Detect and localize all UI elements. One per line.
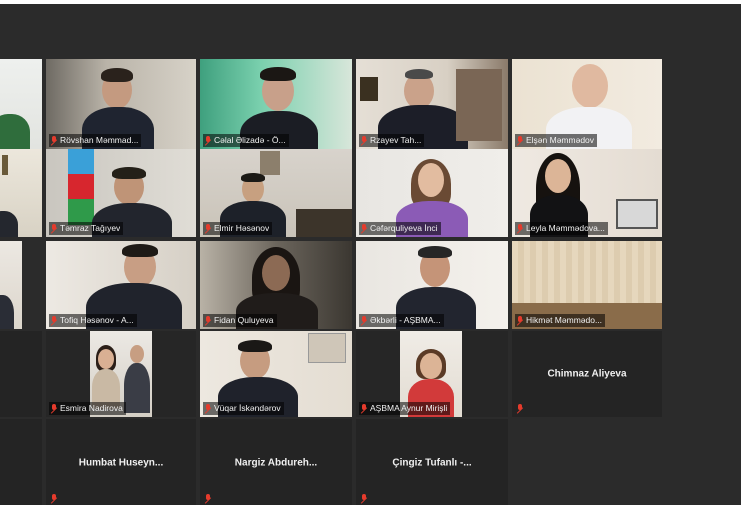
muted-mic-icon — [361, 404, 367, 413]
muted-mic-icon — [205, 494, 211, 503]
participant-name-label: Leyla Məmmədova... — [515, 222, 608, 235]
participant-name-label: Tofiq Həsənov - A... — [49, 314, 137, 327]
muted-mic-icon — [517, 224, 523, 233]
name-only-tile[interactable]: Çingiz Tufanlı -... — [356, 419, 508, 505]
participant-name-label: Hikmət Məmmədo... — [515, 314, 606, 327]
video-tile[interactable]: Cəlal Əlizadə - Ö... — [200, 59, 352, 149]
video-tile[interactable]: Rövshan Məmmad... — [46, 59, 196, 149]
video-tile[interactable]: Əkbərli - AŞBMA... — [356, 241, 508, 329]
video-tile[interactable]: Təmraz Tağıyev — [46, 149, 196, 237]
participant-name-label: Vüqar İskəndərov — [203, 402, 284, 415]
video-tile[interactable] — [0, 331, 42, 417]
muted-mic-icon — [51, 136, 57, 145]
muted-mic-icon — [51, 224, 57, 233]
muted-mic-icon — [205, 136, 211, 145]
video-tile[interactable] — [0, 419, 42, 505]
participant-name: Chimnaz Aliyeva — [547, 368, 627, 380]
participant-name-label: Elmir Həsənov — [203, 222, 273, 235]
participant-name-label: Əkbərli - AŞBMA... — [359, 314, 444, 327]
muted-mic-icon — [361, 316, 367, 325]
video-gallery: Rövshan Məmmad... Cəlal Əlizadə - Ö... R… — [0, 4, 741, 505]
video-tile[interactable] — [0, 59, 42, 149]
video-tile[interactable]: AŞBMA Aynur Mirişli — [356, 331, 508, 417]
participant-name-label: Təmraz Tağıyev — [49, 222, 124, 235]
video-tile[interactable]: Esmira Nadirova — [46, 331, 196, 417]
participant-name-label: Esmira Nadirova — [49, 402, 126, 415]
muted-mic-icon — [205, 224, 211, 233]
muted-mic-icon — [51, 494, 57, 503]
participant-name-label: Rzayev Tah... — [359, 134, 425, 147]
muted-mic-icon — [361, 494, 367, 503]
muted-mic-icon — [361, 224, 367, 233]
participant-name: Humbat Huseyn... — [78, 457, 164, 469]
name-only-tile[interactable]: Humbat Huseyn... — [46, 419, 196, 505]
participant-name: Nargiz Abdureh... — [234, 457, 318, 469]
muted-mic-icon — [205, 404, 211, 413]
muted-mic-icon — [517, 136, 523, 145]
participant-name-label: AŞBMA Aynur Mirişli — [359, 402, 451, 415]
participant-name-label: Cəlal Əlizadə - Ö... — [203, 134, 289, 147]
muted-mic-icon — [517, 404, 523, 413]
muted-mic-icon — [51, 316, 57, 325]
video-tile[interactable]: Elmir Həsənov — [200, 149, 352, 237]
muted-mic-icon — [517, 316, 523, 325]
name-only-tile[interactable]: Chimnaz Aliyeva — [512, 331, 662, 417]
participant-name-label: Elşən Məmmədov — [515, 134, 598, 147]
video-tile-active-speaker[interactable]: Rzayev Tah... — [356, 59, 508, 149]
video-tile[interactable]: Leyla Məmmədova... — [512, 149, 662, 237]
video-tile[interactable]: Fidan Quluyeva — [200, 241, 352, 329]
video-tile[interactable] — [0, 149, 42, 237]
participant-name-label: Fidan Quluyeva — [203, 314, 277, 327]
flag-icon — [68, 149, 94, 225]
video-tile[interactable]: Tofiq Həsənov - A... — [46, 241, 196, 329]
participant-name-label: Cəfərquliyeva İnci — [359, 222, 441, 235]
video-tile[interactable]: Vüqar İskəndərov — [200, 331, 352, 417]
video-tile[interactable]: Elşən Məmmədov — [512, 59, 662, 149]
participant-name: Çingiz Tufanlı -... — [392, 457, 472, 469]
participant-name-label: Rövshan Məmmad... — [49, 134, 142, 147]
muted-mic-icon — [205, 316, 211, 325]
video-tile[interactable]: Hikmət Məmmədo... — [512, 241, 662, 329]
muted-mic-icon — [51, 404, 57, 413]
name-only-tile[interactable]: Nargiz Abdureh... — [200, 419, 352, 505]
video-tile[interactable] — [0, 241, 22, 329]
video-tile[interactable]: Cəfərquliyeva İnci — [356, 149, 508, 237]
muted-mic-icon — [361, 136, 367, 145]
